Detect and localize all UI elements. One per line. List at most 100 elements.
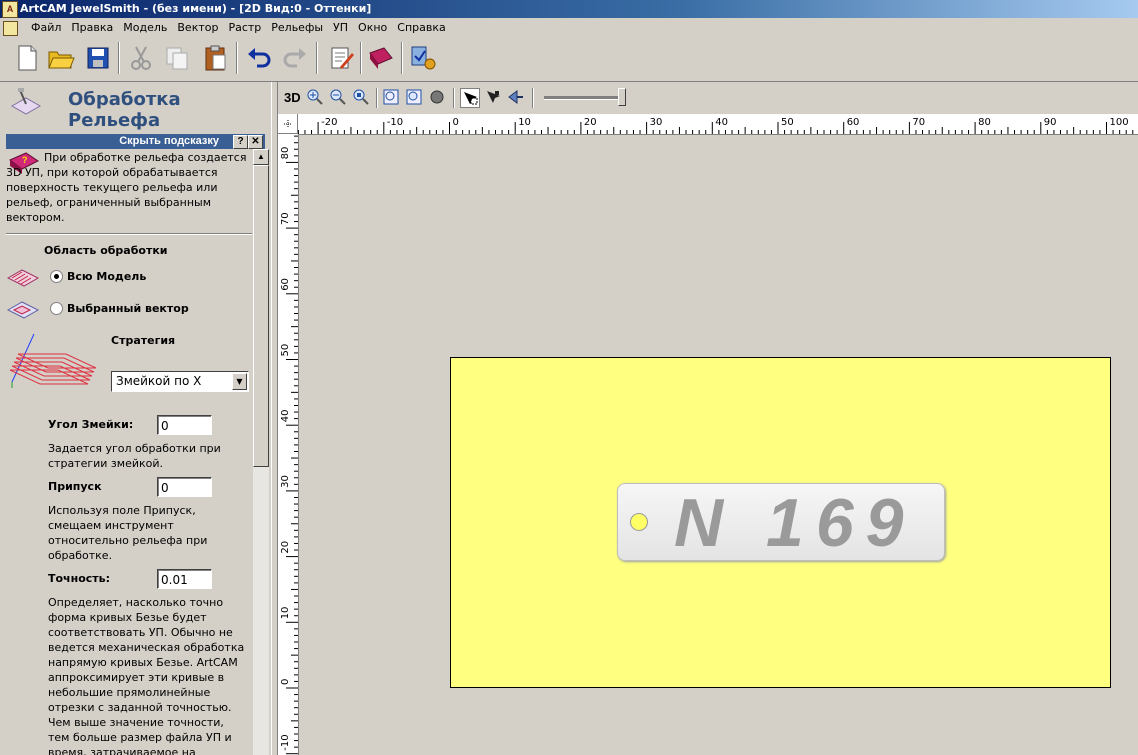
selected-vector-icon xyxy=(6,301,40,319)
raster-angle-input[interactable]: 0 xyxy=(157,415,212,435)
transform-icon[interactable] xyxy=(507,88,525,106)
redo-icon[interactable] xyxy=(280,43,310,73)
menu-edit[interactable]: Правка xyxy=(66,18,118,37)
cut-icon[interactable] xyxy=(126,43,156,73)
hint-text: При обработке рельефа создается 3D УП, п… xyxy=(6,151,247,224)
radio-whole-model[interactable] xyxy=(50,270,63,283)
menu-vector[interactable]: Вектор xyxy=(172,18,223,37)
zoom-previous-icon[interactable] xyxy=(405,88,423,106)
save-icon[interactable] xyxy=(83,43,113,73)
zoom-in-icon[interactable] xyxy=(306,88,324,106)
copy-icon[interactable] xyxy=(162,43,192,73)
zoom-fit-icon[interactable] xyxy=(352,88,370,106)
ruler-corner xyxy=(278,114,298,134)
zoom-slider-track[interactable] xyxy=(544,96,626,100)
relief-machining-panel: Обработка Рельефа Скрыть подсказку ? ✕ ?… xyxy=(0,82,271,755)
ruler-x-label: 30 xyxy=(650,117,663,128)
open-folder-icon[interactable] xyxy=(46,43,76,73)
ruler-x-label: 50 xyxy=(781,117,794,128)
artcam-app-icon[interactable]: A xyxy=(2,1,18,18)
ruler-y-label: 40 xyxy=(280,409,291,422)
menu-reliefs[interactable]: Рельефы xyxy=(266,18,328,37)
zoom-all-icon[interactable] xyxy=(428,88,446,106)
tag-hole xyxy=(630,513,648,531)
ruler-x-label: 90 xyxy=(1044,117,1057,128)
menu-file[interactable]: Файл xyxy=(26,18,66,37)
chevron-down-icon[interactable]: ▼ xyxy=(232,373,247,390)
menu-window[interactable]: Окно xyxy=(353,18,392,37)
strategy-select-value: Змейкой по X xyxy=(116,374,202,388)
divider xyxy=(6,233,252,235)
hint-close-button[interactable]: ✕ xyxy=(248,135,263,149)
horizontal-ruler: -20 -10 0 10 20 30 40 50 60 70 80 90 100 xyxy=(298,114,1138,135)
ruler-y-label: 0 xyxy=(280,679,291,685)
strategy-raster-icon xyxy=(9,333,97,388)
help-book-icon[interactable] xyxy=(366,43,396,73)
ruler-x-label: 0 xyxy=(453,117,459,128)
zoom-out-icon[interactable] xyxy=(329,88,347,106)
ruler-y-label: 20 xyxy=(280,541,291,554)
ruler-y-label: 30 xyxy=(280,475,291,488)
select-vectors-icon[interactable] xyxy=(460,88,480,108)
hint-bar: Скрыть подсказку ? ✕ xyxy=(6,134,265,149)
main-toolbar xyxy=(0,37,1138,82)
tolerance-label: Точность: xyxy=(48,572,111,585)
allowance-desc: Используя поле Припуск, смещаем инструме… xyxy=(48,504,208,562)
scroll-thumb[interactable] xyxy=(253,165,269,467)
notes-icon[interactable] xyxy=(326,43,356,73)
scroll-up-icon[interactable]: ▲ xyxy=(253,149,269,165)
menu-bar: Файл Правка Модель Вектор Растр Рельефы … xyxy=(0,18,1138,37)
vertical-ruler: 80 70 60 50 40 30 20 10 0 -10 xyxy=(278,134,299,755)
window-title: ArtCAM JewelSmith - (без имени) - [2D Ви… xyxy=(20,2,372,15)
ruler-x-label: 40 xyxy=(715,117,728,128)
relief-tag[interactable]: N 169 xyxy=(617,483,945,561)
ruler-x-label: -20 xyxy=(321,117,337,128)
menu-help[interactable]: Справка xyxy=(392,18,450,37)
node-edit-icon[interactable] xyxy=(484,88,502,106)
wizard-icon[interactable] xyxy=(408,43,438,73)
tolerance-input[interactable]: 0.01 xyxy=(157,569,212,589)
ruler-x-label: 80 xyxy=(978,117,991,128)
raster-angle-desc: Задается угол обработки при стратегии зм… xyxy=(48,442,221,470)
raster-angle-label: Угол Змейки: xyxy=(48,418,134,431)
panel-title: Обработка Рельефа xyxy=(68,89,181,131)
panel-scrollbar[interactable]: ▲ xyxy=(253,149,269,755)
zoom-slider-thumb[interactable] xyxy=(617,88,626,106)
area-label: Область обработки xyxy=(44,244,168,257)
title-bar: A ArtCAM JewelSmith - (без имени) - [2D … xyxy=(0,0,1138,18)
tag-text: N 169 xyxy=(674,485,916,561)
ruler-x-label: 100 xyxy=(1110,117,1129,128)
zoom-window-icon[interactable] xyxy=(382,88,400,106)
strategy-label: Стратегия xyxy=(111,334,176,347)
ruler-x-label: 20 xyxy=(584,117,597,128)
ruler-y-label: -10 xyxy=(280,734,291,750)
hide-hint-link[interactable]: Скрыть подсказку xyxy=(119,134,219,149)
menu-bitmap[interactable]: Растр xyxy=(223,18,266,37)
ruler-y-label: 50 xyxy=(280,344,291,357)
radio-whole-model-label[interactable]: Всю Модель xyxy=(67,270,146,283)
ruler-x-label: 70 xyxy=(912,117,925,128)
menu-model[interactable]: Модель xyxy=(118,18,172,37)
radio-selected-vector[interactable] xyxy=(50,302,63,315)
allowance-label: Припуск xyxy=(48,480,102,493)
relief-machining-icon xyxy=(10,88,42,115)
hint-help-button[interactable]: ? xyxy=(233,135,248,149)
ruler-y-label: 60 xyxy=(280,278,291,291)
document-icon[interactable] xyxy=(3,21,18,36)
allowance-input[interactable]: 0 xyxy=(157,477,212,497)
view-toolbar: 3D xyxy=(278,86,1138,112)
ruler-y-label: 10 xyxy=(280,607,291,620)
ruler-x-label: 60 xyxy=(847,117,860,128)
menu-toolpaths[interactable]: УП xyxy=(328,18,353,37)
radio-selected-vector-label[interactable]: Выбранный вектор xyxy=(67,302,189,315)
ruler-x-label: -10 xyxy=(387,117,403,128)
whole-model-icon xyxy=(6,269,40,287)
undo-icon[interactable] xyxy=(244,43,274,73)
strategy-select[interactable]: Змейкой по X ▼ xyxy=(111,371,249,392)
new-file-icon[interactable] xyxy=(12,43,42,73)
3d-view-button[interactable]: 3D xyxy=(284,90,301,105)
paste-icon[interactable] xyxy=(200,43,230,73)
ruler-y-label: 70 xyxy=(280,212,291,225)
tolerance-desc: Определяет, насколько точно форма кривых… xyxy=(48,596,245,755)
panel-splitter[interactable] xyxy=(271,82,278,755)
